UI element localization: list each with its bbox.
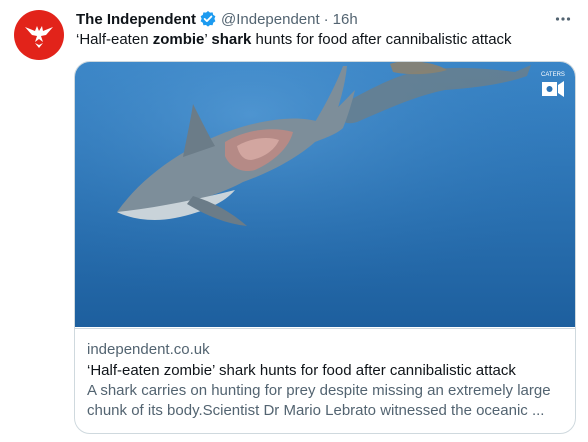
tweet-text: ‘Half-eaten zombie’ shark hunts for food… (76, 30, 574, 50)
card-domain[interactable]: independent.co.uk (87, 339, 563, 360)
link-card[interactable]: CATERS independent.co.uk ‘Half-eaten zom… (74, 61, 576, 434)
tweet-time[interactable]: 16h (333, 11, 358, 28)
card-description-line: chunk of its body.Scientist Dr Mario Leb… (87, 402, 545, 419)
author-name[interactable]: The Independent (76, 11, 196, 28)
card-description: A shark carries on hunting for prey desp… (87, 381, 563, 421)
avatar[interactable] (14, 10, 64, 60)
tweet-text-part: ‘Half-eaten (76, 31, 153, 48)
verified-badge-icon (199, 10, 217, 28)
watermark-text: CATERS (541, 72, 565, 78)
tweet-header: The Independent @Independent · 16h (76, 8, 574, 30)
card-title[interactable]: ‘Half-eaten zombie’ shark hunts for food… (87, 360, 563, 381)
tweet-text-bold: shark (211, 31, 252, 48)
separator-dot: · (323, 10, 329, 28)
card-description-line: A shark carries on hunting for prey desp… (87, 382, 551, 399)
tweet-text-bold: zombie (152, 31, 205, 48)
card-text[interactable]: independent.co.uk ‘Half-eaten zombie’ sh… (75, 328, 575, 433)
more-options-icon[interactable] (552, 8, 574, 30)
eagle-logo-icon (25, 26, 53, 48)
author-handle[interactable]: @Independent (221, 11, 320, 28)
tweet-text-part: hunts for food after cannibalistic attac… (251, 31, 512, 48)
card-image[interactable]: CATERS (75, 62, 575, 327)
